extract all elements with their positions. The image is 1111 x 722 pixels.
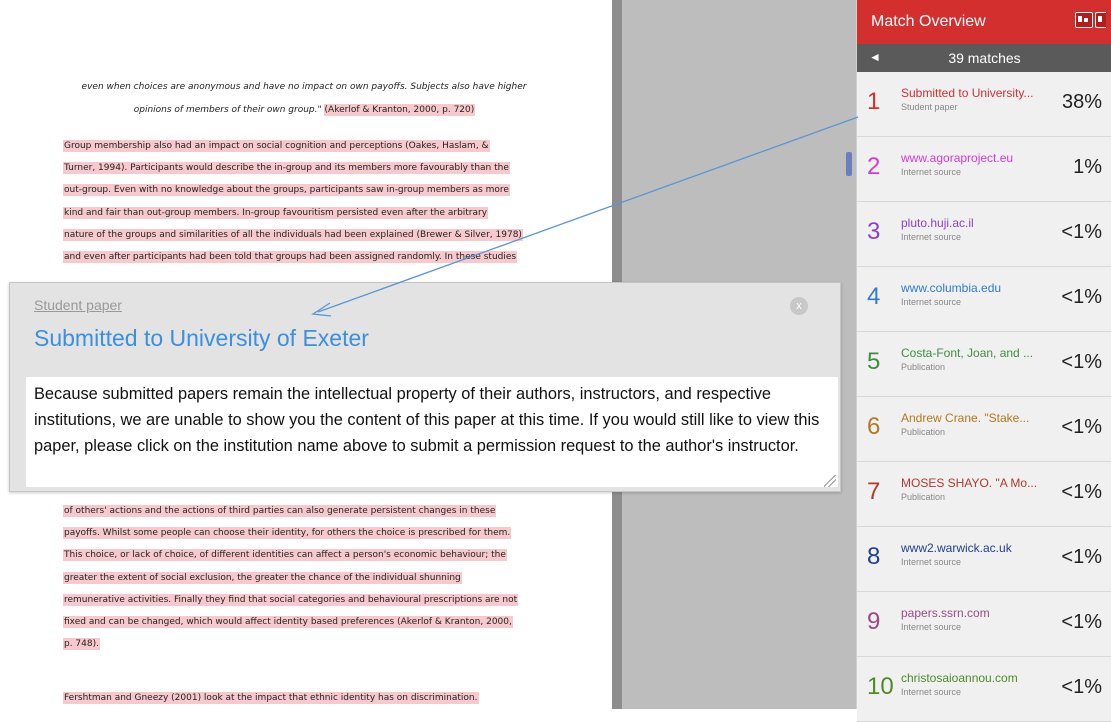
match-percentage: <1%: [1061, 221, 1102, 243]
match-source[interactable]: Andrew Crane. "Stake...: [901, 411, 1056, 425]
match-text-line[interactable]: remunerative activities. Finally they fi…: [64, 594, 518, 605]
match-row-4[interactable]: 4 www.columbia.edu Internet source <1%: [857, 267, 1111, 332]
quote-citation[interactable]: (Akerlof & Kranton, 2000, p. 720): [324, 105, 475, 115]
match-overview-panel: Match Overview ◄ 39 matches 1 Submitted t…: [856, 0, 1111, 722]
match-number: 2: [867, 153, 881, 180]
match-row-6[interactable]: 6 Andrew Crane. "Stake... Publication <1%: [857, 397, 1111, 462]
bar-view-icon[interactable]: [1095, 12, 1106, 28]
match-text-line[interactable]: of others' actions and the actions of th…: [64, 506, 496, 516]
panel-title: Match Overview: [871, 13, 986, 30]
match-text-line[interactable]: Group membership also had an impact on s…: [64, 141, 489, 151]
match-source-type: Internet source: [901, 167, 962, 177]
panel-resize-handle[interactable]: [846, 152, 852, 176]
match-number: 9: [867, 608, 881, 635]
popup-message: Because submitted papers remain the inte…: [26, 377, 838, 487]
match-source[interactable]: christosaioannou.com: [901, 671, 1056, 685]
match-percentage: <1%: [1061, 416, 1102, 438]
match-source-type: Internet source: [901, 232, 962, 242]
match-row-8[interactable]: 8 www2.warwick.ac.uk Internet source <1%: [857, 527, 1111, 592]
match-text-line[interactable]: and even after participants had been tol…: [64, 252, 517, 263]
match-row-9[interactable]: 9 papers.ssrn.com Internet source <1%: [857, 592, 1111, 657]
match-row-5[interactable]: 5 Costa-Font, Joan, and ... Publication <1%: [857, 332, 1111, 397]
resize-grip-icon[interactable]: [824, 475, 836, 487]
match-source-type: Publication: [901, 362, 946, 372]
match-row-7[interactable]: 7 MOSES SHAYO. "A Mo... Publication <1%: [857, 462, 1111, 527]
overview-view-icon[interactable]: [1075, 12, 1093, 28]
match-text-line[interactable]: out-group. Even with no knowledge about …: [64, 185, 509, 196]
match-source[interactable]: pluto.huji.ac.il: [901, 216, 1056, 230]
match-navigation-bar: ◄ 39 matches: [857, 44, 1111, 72]
match-source-type: Internet source: [901, 622, 962, 632]
match-count: 39 matches: [948, 50, 1021, 66]
match-text-line[interactable]: payoffs. Whilst some people can choose t…: [64, 528, 511, 539]
match-source[interactable]: papers.ssrn.com: [901, 606, 1056, 620]
source-type-link[interactable]: Student paper: [34, 297, 122, 313]
paragraph-1: Group membership also had an impact on s…: [64, 135, 544, 268]
match-number: 10: [867, 673, 894, 700]
quote-line-1: even when choices are anonymous and have…: [81, 82, 527, 92]
panel-header: Match Overview: [857, 0, 1111, 44]
match-text-line[interactable]: greater the extent of social exclusion, …: [64, 572, 461, 583]
match-row-2[interactable]: 2 www.agoraproject.eu Internet source 1%: [857, 137, 1111, 202]
match-text-line[interactable]: p. 748).: [64, 639, 99, 650]
match-percentage: <1%: [1061, 286, 1102, 308]
match-text-line[interactable]: fixed and can be changed, which would af…: [64, 617, 512, 628]
match-text-line[interactable]: Turner, 1994). Participants would descri…: [64, 163, 509, 174]
close-icon[interactable]: x: [790, 297, 808, 315]
match-source-type: Student paper: [901, 102, 958, 112]
match-text-line[interactable]: kind and fair than out-group members. In…: [64, 207, 488, 218]
match-number: 1: [867, 88, 881, 115]
match-source[interactable]: Costa-Font, Joan, and ...: [901, 346, 1056, 360]
match-text-line[interactable]: nature of the groups and similarities of…: [64, 229, 522, 240]
source-detail-popup: Student paper Submitted to University of…: [9, 282, 841, 492]
match-source[interactable]: MOSES SHAYO. "A Mo...: [901, 476, 1056, 490]
match-percentage: <1%: [1061, 611, 1102, 633]
match-source[interactable]: www.columbia.edu: [901, 281, 1056, 295]
match-source-type: Internet source: [901, 557, 962, 567]
match-row-1[interactable]: 1 Submitted to University... Student paper…: [857, 72, 1111, 137]
match-source-type: Publication: [901, 427, 946, 437]
match-number: 5: [867, 348, 881, 375]
paragraph-3: Fershtman and Gneezy (2001) look at the …: [64, 687, 544, 709]
match-percentage: <1%: [1061, 676, 1102, 698]
paragraph-2: of others' actions and the actions of th…: [64, 500, 544, 655]
match-source-type: Publication: [901, 492, 946, 502]
match-number: 3: [867, 218, 881, 245]
match-percentage: <1%: [1061, 351, 1102, 373]
match-number: 4: [867, 283, 881, 310]
match-percentage: <1%: [1061, 546, 1102, 568]
match-source[interactable]: www.agoraproject.eu: [901, 151, 1056, 165]
match-text-line[interactable]: Fershtman and Gneezy (2001) look at the …: [64, 693, 478, 703]
match-row-10[interactable]: 10 christosaioannou.com Internet source <1%: [857, 657, 1111, 722]
match-number: 8: [867, 543, 881, 570]
quote-block: even when choices are anonymous and have…: [64, 76, 544, 122]
match-percentage: 38%: [1061, 91, 1102, 113]
match-percentage: <1%: [1061, 481, 1102, 503]
match-source-type: Internet source: [901, 297, 962, 307]
match-source[interactable]: Submitted to University...: [901, 86, 1056, 100]
match-number: 6: [867, 413, 881, 440]
match-source[interactable]: www2.warwick.ac.uk: [901, 541, 1056, 555]
match-source-type: Internet source: [901, 687, 962, 697]
match-number: 7: [867, 478, 881, 505]
match-text-line[interactable]: This choice, or lack of choice, of diffe…: [64, 550, 506, 561]
quote-line-2: opinions of members of their own group.": [133, 105, 322, 115]
match-percentage: 1%: [1073, 156, 1102, 178]
institution-link[interactable]: Submitted to University of Exeter: [34, 325, 369, 352]
match-row-3[interactable]: 3 pluto.huji.ac.il Internet source <1%: [857, 202, 1111, 267]
